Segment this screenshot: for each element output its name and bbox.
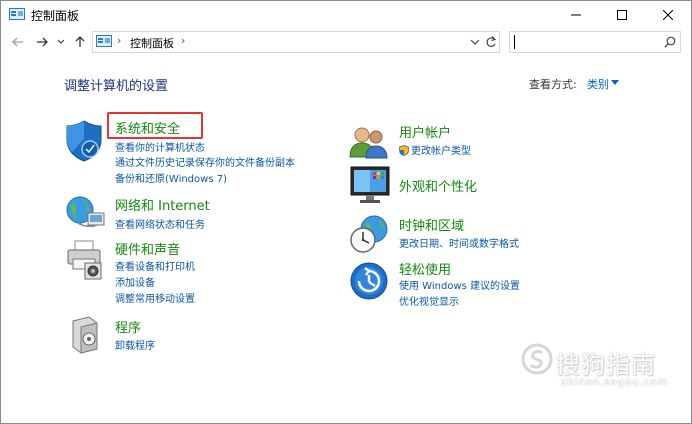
link-uninstall-program[interactable]: 卸载程序 bbox=[115, 337, 155, 352]
recent-locations-button[interactable] bbox=[55, 32, 67, 52]
page-title: 调整计算机的设置 bbox=[64, 79, 169, 94]
link-network-status[interactable]: 查看网络状态和任务 bbox=[115, 216, 205, 231]
sogou-logo-icon bbox=[521, 343, 553, 375]
link-devices-printers[interactable]: 查看设备和打印机 bbox=[115, 258, 195, 273]
up-button[interactable] bbox=[71, 32, 89, 52]
watermark-url: zhinan.sogou.com bbox=[561, 377, 669, 388]
search-icon[interactable] bbox=[664, 36, 676, 48]
shield-icon[interactable] bbox=[64, 119, 104, 163]
category-clock-region[interactable]: 时钟和区域 bbox=[399, 215, 464, 234]
arrow-left-icon bbox=[12, 37, 23, 47]
link-change-account-type[interactable]: 更改帐户类型 bbox=[399, 142, 471, 157]
category-programs[interactable]: 程序 bbox=[115, 317, 141, 336]
monitor-palette-icon[interactable] bbox=[349, 165, 391, 205]
chevron-down-icon[interactable] bbox=[611, 80, 619, 85]
link-mobility-settings[interactable]: 调整常用移动设置 bbox=[115, 290, 195, 305]
control-panel-icon bbox=[9, 8, 25, 20]
text-cursor bbox=[514, 35, 515, 49]
link-change-account-type-label: 更改帐户类型 bbox=[411, 146, 471, 157]
category-user-accounts[interactable]: 用户帐户 bbox=[399, 122, 451, 141]
title-bar: 控制面板 bbox=[1, 1, 691, 29]
breadcrumb-separator[interactable]: › bbox=[117, 34, 121, 47]
category-system-security[interactable]: 系统和安全 bbox=[115, 118, 180, 137]
category-ease-of-access[interactable]: 轻松使用 bbox=[399, 259, 451, 278]
category-appearance-personalization[interactable]: 外观和个性化 bbox=[399, 176, 477, 195]
arrow-right-icon bbox=[37, 37, 48, 47]
view-by-label: 查看方式: bbox=[529, 78, 577, 91]
address-bar[interactable]: › 控制面板 › bbox=[92, 31, 500, 53]
arrow-up-icon bbox=[75, 36, 85, 47]
search-input[interactable] bbox=[509, 31, 681, 53]
network-globe-icon[interactable] bbox=[64, 193, 106, 229]
link-view-computer-status[interactable]: 查看你的计算机状态 bbox=[115, 139, 205, 154]
maximize-icon bbox=[617, 10, 627, 20]
clock-globe-icon[interactable] bbox=[348, 213, 390, 255]
printer-icon[interactable] bbox=[65, 239, 105, 281]
close-icon bbox=[663, 10, 673, 20]
breadcrumb-control-panel[interactable]: 控制面板 bbox=[130, 35, 174, 51]
forward-button[interactable] bbox=[33, 32, 51, 52]
uac-shield-icon bbox=[399, 145, 409, 156]
breadcrumb-separator[interactable]: › bbox=[181, 34, 185, 47]
back-button[interactable] bbox=[9, 32, 27, 52]
minimize-icon bbox=[571, 14, 581, 16]
link-windows-suggested-settings[interactable]: 使用 Windows 建议的设置 bbox=[399, 277, 520, 292]
ease-of-access-icon[interactable] bbox=[349, 261, 389, 301]
chevron-down-icon[interactable] bbox=[469, 36, 481, 48]
control-panel-window: 控制面板 › 控制面板 › 调整计算机的设置 查看方式: 类别 系统和安全 查看… bbox=[0, 0, 692, 424]
chevron-down-icon bbox=[57, 39, 65, 44]
category-hardware-sound[interactable]: 硬件和声音 bbox=[115, 239, 180, 258]
category-network-internet[interactable]: 网络和 Internet bbox=[115, 195, 210, 214]
minimize-button[interactable] bbox=[553, 1, 599, 29]
view-by-dropdown[interactable]: 类别 bbox=[587, 76, 609, 92]
navigation-bar: › 控制面板 › bbox=[1, 29, 691, 55]
link-add-device[interactable]: 添加设备 bbox=[115, 274, 155, 289]
programs-icon[interactable] bbox=[67, 315, 103, 355]
window-title: 控制面板 bbox=[31, 9, 80, 23]
link-backup-restore[interactable]: 备份和还原(Windows 7) bbox=[115, 170, 227, 185]
control-panel-icon bbox=[96, 35, 112, 47]
link-change-date-time-format[interactable]: 更改日期、时间或数字格式 bbox=[399, 235, 519, 250]
watermark: 搜狗指南 zhinan.sogou.com bbox=[521, 339, 681, 399]
watermark-text: 搜狗指南 bbox=[556, 351, 656, 379]
refresh-icon[interactable] bbox=[485, 35, 497, 49]
users-icon[interactable] bbox=[349, 125, 389, 159]
link-optimize-visual-display[interactable]: 优化视觉显示 bbox=[399, 293, 459, 308]
close-button[interactable] bbox=[645, 1, 691, 29]
maximize-button[interactable] bbox=[599, 1, 645, 29]
link-file-history[interactable]: 通过文件历史记录保存你的文件备份副本 bbox=[115, 154, 295, 169]
